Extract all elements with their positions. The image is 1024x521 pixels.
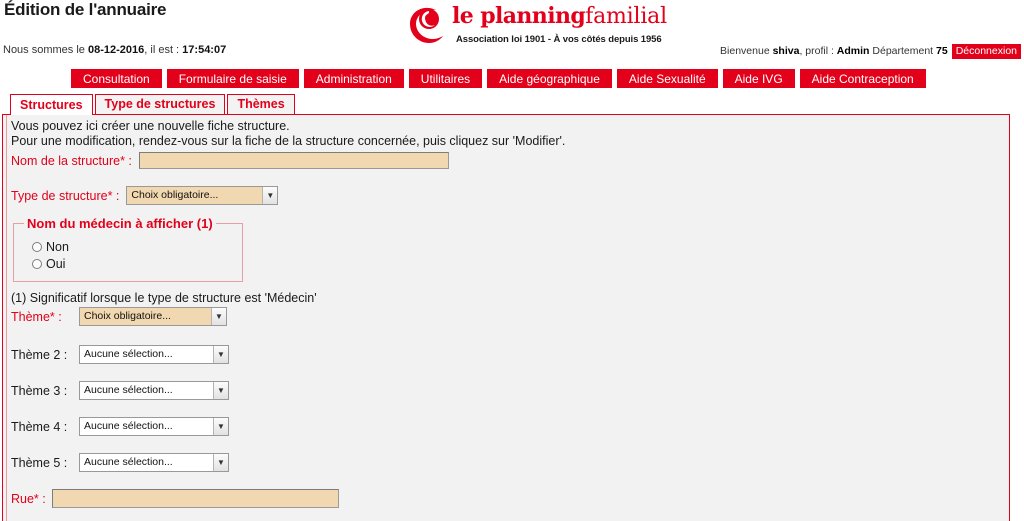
medecin-display-fieldset: Nom du médecin à afficher (1) Non Oui [13,216,243,282]
welcome-prefix: Bienvenue [720,45,773,57]
rue-input[interactable] [51,489,339,508]
site-logo: le planningfamilial Association loi 1901… [404,2,668,48]
nom-structure-row: Nom de la structure* : [11,152,1005,169]
theme-1-label: Thème* : [11,309,62,324]
datetime-mid: , il est : [144,44,183,56]
logo-tagline: Association loi 1901 - À vos côtés depui… [456,34,662,45]
nav-aide-geographique[interactable]: Aide géographique [486,68,613,89]
current-date: 08-12-2016 [87,44,145,56]
theme-4-select-value: Aucune sélection... [84,420,173,432]
main-navigation: Consultation Formulaire de saisie Admini… [0,68,1024,93]
tab-type-de-structures[interactable]: Type de structures [94,94,226,114]
nav-aide-ivg[interactable]: Aide IVG [721,68,796,89]
logout-button[interactable]: Déconnexion [951,44,1021,59]
rue-label: Rue* : [11,491,46,506]
nav-aide-contraception[interactable]: Aide Contraception [798,68,927,89]
user-session-info: Bienvenue shiva, profil : Admin Départem… [720,44,1021,59]
theme-1-select[interactable]: Choix obligatoire... ▼ [79,307,227,326]
medecin-footnote: (1) Significatif lorsque le type de stru… [11,291,317,305]
nom-structure-input[interactable] [138,152,449,169]
logo-wordmark: le planningfamilial [452,3,668,29]
radio-non-input[interactable] [32,242,42,252]
theme-row-4: Thème 4 : Aucune sélection... ▼ [11,417,1005,436]
theme-row-3: Thème 3 : Aucune sélection... ▼ [11,381,1005,400]
type-structure-select-value: Choix obligatoire... [127,187,263,204]
theme-1-select-value: Choix obligatoire... [80,308,211,325]
theme-3-select-value: Aucune sélection... [84,384,173,396]
tab-themes[interactable]: Thèmes [227,94,295,114]
theme-2-label: Thème 2 : [11,347,68,362]
rue-row: Rue* : [11,489,1005,508]
page-title: Édition de l'annuaire [4,0,167,19]
theme-4-select[interactable]: Aucune sélection... ▼ [79,417,229,436]
chevron-down-icon: ▼ [213,346,228,363]
theme-row-5: Thème 5 : Aucune sélection... ▼ [11,453,1005,472]
nav-consultation[interactable]: Consultation [70,68,163,89]
radio-oui-input[interactable] [32,259,42,269]
chevron-down-icon: ▼ [213,454,228,471]
theme-row-1: Thème* : Choix obligatoire... ▼ [11,307,1005,326]
radio-row-non[interactable]: Non [32,240,234,254]
theme-2-select-value: Aucune sélection... [84,348,173,360]
theme-5-select-value: Aucune sélection... [84,456,173,468]
content-panel-wrapper: Structures Type de structures Thèmes Vou… [2,93,1010,521]
department-value: 75 [936,45,948,57]
current-time: 17:54:07 [182,44,227,56]
structures-form-panel: Vous pouvez ici créer une nouvelle fiche… [2,114,1010,521]
chevron-down-icon: ▼ [262,187,278,204]
nav-utilitaires[interactable]: Utilitaires [407,68,484,89]
profile-prefix: , profil : [799,45,837,57]
department-label: Département [872,45,937,57]
planning-familial-logo-icon [404,2,450,48]
theme-4-label: Thème 4 : [11,419,68,434]
nav-administration[interactable]: Administration [302,68,405,89]
radio-oui-label: Oui [46,257,66,271]
theme-3-select[interactable]: Aucune sélection... ▼ [79,381,229,400]
type-structure-label: Type de structure* : [11,188,120,203]
nav-formulaire-de-saisie[interactable]: Formulaire de saisie [165,68,300,89]
nom-structure-label: Nom de la structure* : [11,153,132,168]
page-header: Édition de l'annuaire Nous sommes le 08-… [0,0,1024,68]
theme-5-select[interactable]: Aucune sélection... ▼ [79,453,229,472]
theme-2-select[interactable]: Aucune sélection... ▼ [79,345,229,364]
type-structure-select[interactable]: Choix obligatoire... ▼ [126,186,279,205]
radio-row-oui[interactable]: Oui [32,257,234,271]
intro-line-2: Pour une modification, rendez-vous sur l… [11,134,566,148]
type-structure-row: Type de structure* : Choix obligatoire..… [11,186,1005,205]
intro-line-1: Vous pouvez ici créer une nouvelle fiche… [11,119,290,133]
tab-structures[interactable]: Structures [10,94,93,115]
chevron-down-icon: ▼ [211,308,226,325]
medecin-fieldset-legend: Nom du médecin à afficher (1) [27,216,213,231]
theme-3-label: Thème 3 : [11,383,68,398]
username: shiva [772,45,800,57]
chevron-down-icon: ▼ [213,418,228,435]
logo-word-familial: familial [585,4,667,29]
radio-non-label: Non [46,240,69,254]
nav-aide-sexualite[interactable]: Aide Sexualité [615,68,719,89]
profile-value: Admin [836,45,870,57]
current-datetime: Nous sommes le 08-12-2016, il est : 17:5… [3,44,226,56]
chevron-down-icon: ▼ [213,382,228,399]
tab-bar: Structures Type de structures Thèmes [2,93,1010,115]
theme-5-label: Thème 5 : [11,455,68,470]
datetime-prefix: Nous sommes le [3,44,88,56]
logo-word-planning: le planning [452,3,586,29]
theme-row-2: Thème 2 : Aucune sélection... ▼ [11,345,1005,364]
